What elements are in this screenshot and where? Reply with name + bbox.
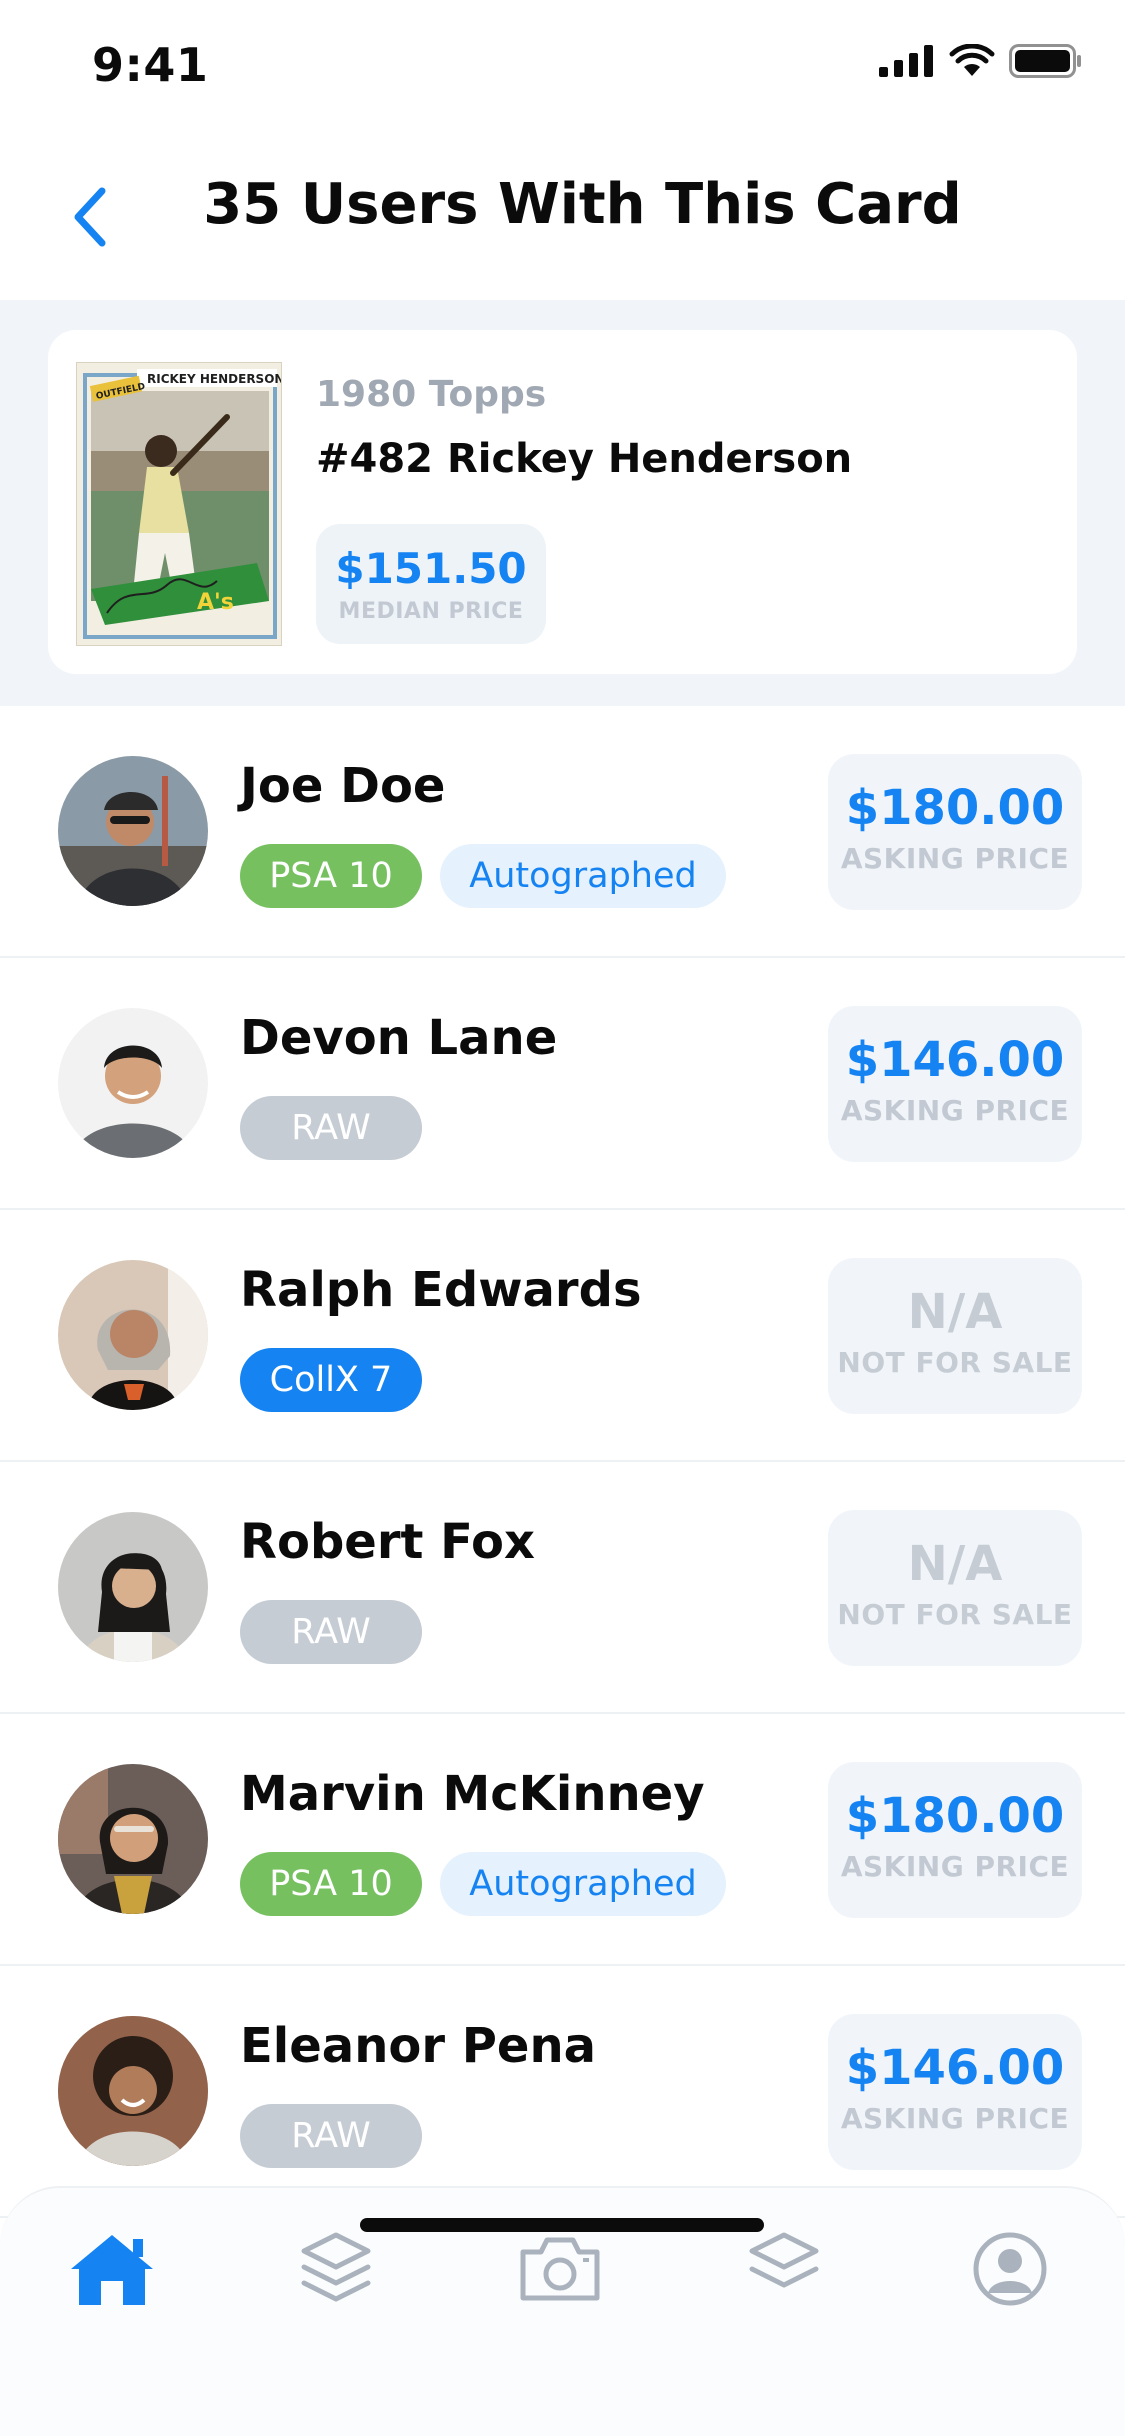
card-thumb-title: RICKEY HENDERSON (147, 372, 282, 386)
user-name: Ralph Edwards (240, 1262, 642, 1318)
autograph-badge: Autographed (440, 844, 726, 908)
tab-sets[interactable] (734, 2224, 834, 2314)
status-time: 9:41 (92, 38, 209, 92)
median-price-label: MEDIAN PRICE (338, 599, 524, 624)
card-thumb-team: A's (197, 590, 234, 615)
card-summary[interactable]: RICKEY HENDERSON OUTFIELD A's 1980 Topps… (48, 330, 1077, 674)
list-item[interactable]: Joe Doe PSA 10 Autographed $180.00 ASKIN… (0, 706, 1125, 958)
user-name: Eleanor Pena (240, 2018, 597, 2074)
grade-badge: CollX 7 (240, 1348, 422, 1412)
tag-group: RAW (240, 1096, 422, 1160)
camera-icon (520, 2237, 600, 2301)
tab-profile[interactable] (960, 2224, 1060, 2314)
tag-group: PSA 10 Autographed (240, 844, 726, 908)
card-image: RICKEY HENDERSON OUTFIELD A's (76, 362, 282, 646)
price-box[interactable]: $146.00 ASKING PRICE (828, 2014, 1082, 2170)
user-name: Devon Lane (240, 1010, 558, 1066)
asking-price: $180.00 (845, 1788, 1065, 1844)
user-name: Marvin McKinney (240, 1766, 705, 1822)
asking-price: $146.00 (845, 1032, 1065, 1088)
price-label: ASKING PRICE (840, 1094, 1070, 1127)
price-box[interactable]: N/A NOT FOR SALE (828, 1258, 1082, 1414)
asking-price: N/A (907, 1536, 1003, 1592)
home-icon (71, 2235, 153, 2305)
price-label: ASKING PRICE (840, 1850, 1070, 1883)
price-box[interactable]: N/A NOT FOR SALE (828, 1510, 1082, 1666)
grade-badge: RAW (240, 1096, 422, 1160)
user-name: Joe Doe (240, 758, 446, 814)
list-item[interactable]: Eleanor Pena RAW $146.00 ASKING PRICE (0, 1966, 1125, 2218)
tab-home[interactable] (62, 2224, 162, 2314)
battery-icon (1009, 44, 1081, 78)
avatar[interactable] (58, 1008, 208, 1158)
asking-price: $146.00 (845, 2040, 1065, 2096)
profile-icon (973, 2232, 1047, 2306)
card-title: #482 Rickey Henderson (316, 436, 853, 482)
grade-badge: PSA 10 (240, 1852, 422, 1916)
avatar[interactable] (58, 1512, 208, 1662)
avatar[interactable] (58, 1764, 208, 1914)
user-list: Joe Doe PSA 10 Autographed $180.00 ASKIN… (0, 706, 1125, 2218)
median-price-box: $151.50 MEDIAN PRICE (316, 524, 546, 644)
grade-badge: PSA 10 (240, 844, 422, 908)
home-indicator (360, 2218, 764, 2232)
price-label: ASKING PRICE (840, 842, 1070, 875)
user-name: Robert Fox (240, 1514, 535, 1570)
list-item[interactable]: Marvin McKinney PSA 10 Autographed $180.… (0, 1714, 1125, 1966)
header: 35 Users With This Card (0, 132, 1125, 300)
asking-price: N/A (907, 1284, 1003, 1340)
tag-group: CollX 7 (240, 1348, 422, 1412)
price-box[interactable]: $146.00 ASKING PRICE (828, 1006, 1082, 1162)
grade-badge: RAW (240, 2104, 422, 2168)
tab-scan[interactable] (510, 2224, 610, 2314)
status-icons (879, 44, 1083, 78)
avatar[interactable] (58, 756, 208, 906)
median-price: $151.50 (335, 544, 527, 593)
page-title: 35 Users With This Card (203, 172, 962, 237)
wifi-icon (949, 44, 995, 76)
cellular-signal-icon (879, 45, 933, 77)
avatar[interactable] (58, 2016, 208, 2166)
list-item[interactable]: Ralph Edwards CollX 7 N/A NOT FOR SALE (0, 1210, 1125, 1462)
avatar[interactable] (58, 1260, 208, 1410)
tag-group: RAW (240, 1600, 422, 1664)
list-item[interactable]: Robert Fox RAW N/A NOT FOR SALE (0, 1462, 1125, 1714)
price-box[interactable]: $180.00 ASKING PRICE (828, 754, 1082, 910)
price-box[interactable]: $180.00 ASKING PRICE (828, 1762, 1082, 1918)
tag-group: PSA 10 Autographed (240, 1852, 726, 1916)
status-bar: 9:41 (0, 0, 1125, 132)
asking-price: $180.00 (845, 780, 1065, 836)
price-label: NOT FOR SALE (837, 1598, 1073, 1631)
card-set: 1980 Topps (316, 374, 547, 415)
layers-icon (301, 2232, 371, 2302)
tab-collection[interactable] (286, 2224, 386, 2314)
grade-badge: RAW (240, 1600, 422, 1664)
price-label: ASKING PRICE (840, 2102, 1070, 2135)
price-label: NOT FOR SALE (837, 1346, 1073, 1379)
autograph-badge: Autographed (440, 1852, 726, 1916)
card-summary-panel: RICKEY HENDERSON OUTFIELD A's 1980 Topps… (0, 300, 1125, 706)
tag-group: RAW (240, 2104, 422, 2168)
stack-icon (749, 2232, 819, 2288)
list-item[interactable]: Devon Lane RAW $146.00 ASKING PRICE (0, 958, 1125, 1210)
